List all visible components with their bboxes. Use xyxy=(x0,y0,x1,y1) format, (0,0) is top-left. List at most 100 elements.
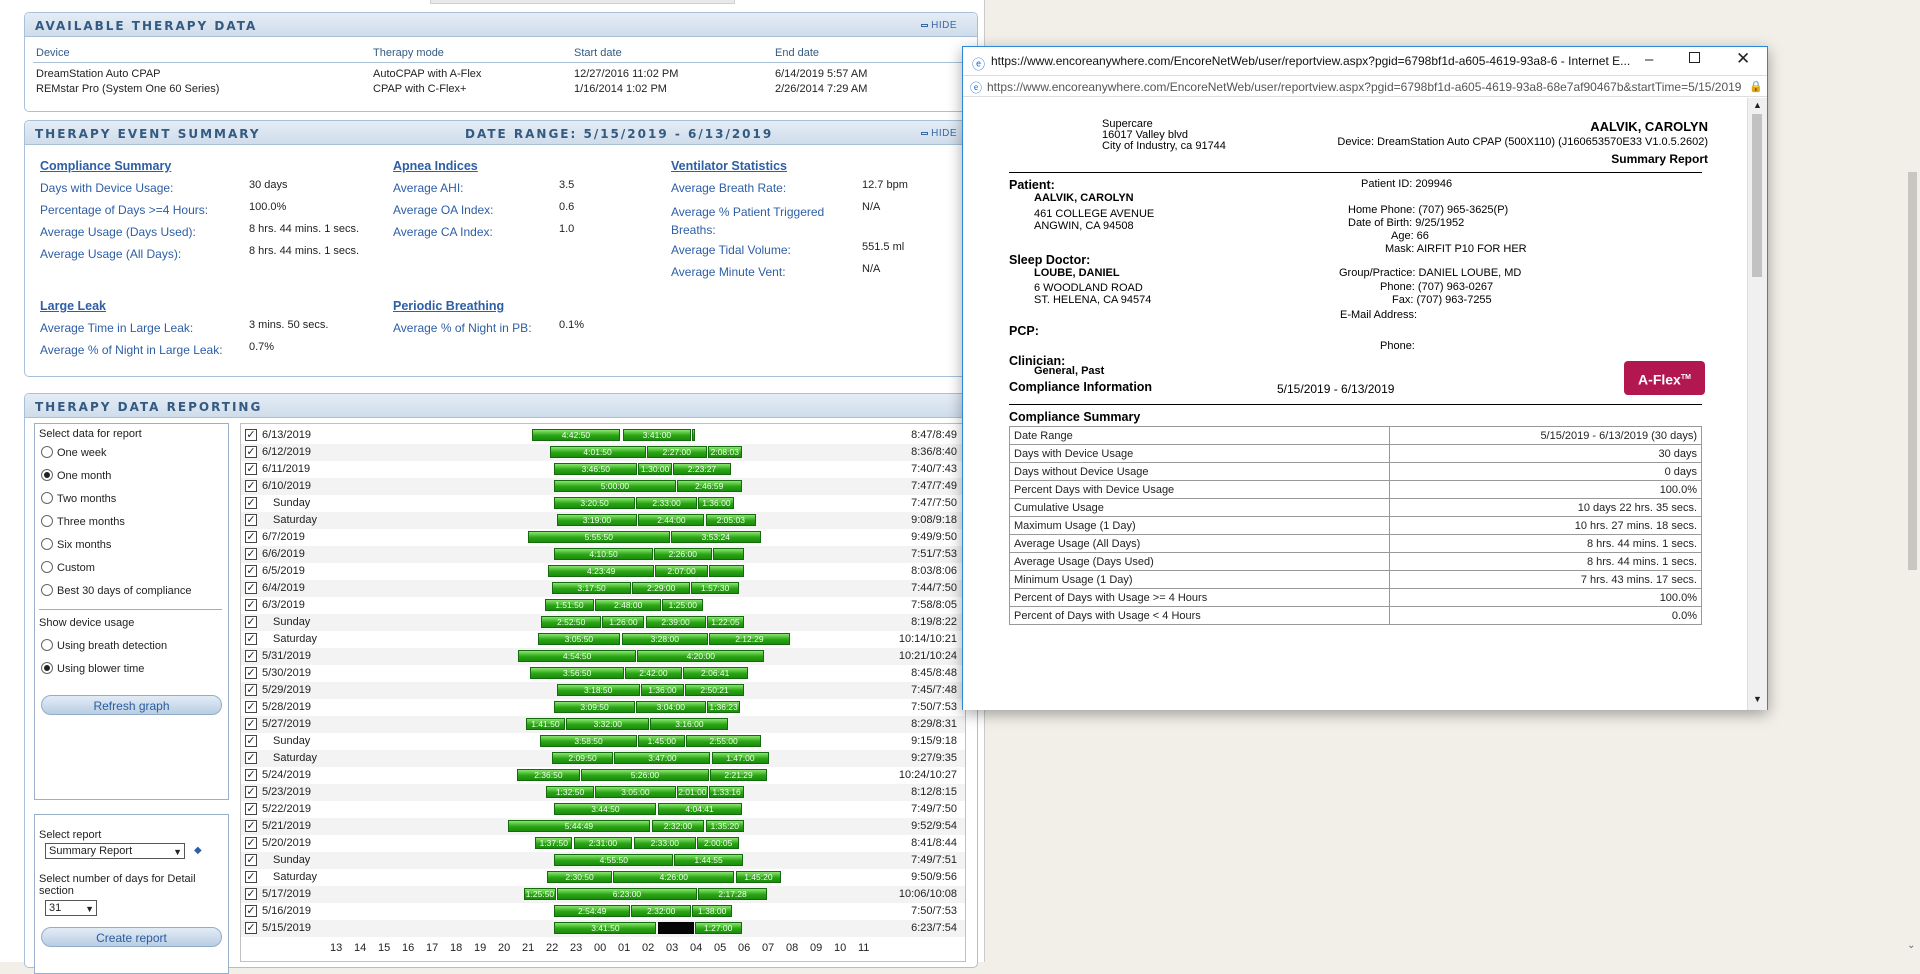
row-checkbox[interactable]: ✓ xyxy=(245,633,257,645)
usage-bar[interactable]: 2:32:00 xyxy=(631,905,692,917)
scrollbar[interactable]: ▲ ▼ xyxy=(1747,98,1767,710)
radio-button[interactable] xyxy=(41,515,53,527)
usage-option[interactable]: Using blower time xyxy=(41,662,144,675)
usage-bar[interactable]: 1:45:20 xyxy=(735,871,782,883)
usage-bar[interactable]: 3:32:00 xyxy=(566,718,650,730)
usage-bar[interactable]: 2:07:00 xyxy=(655,565,708,577)
periodic-breathing-heading[interactable]: Periodic Breathing xyxy=(393,299,504,313)
usage-bar[interactable]: 1:36:00 xyxy=(640,684,684,696)
scroll-thumb[interactable] xyxy=(1908,172,1917,570)
range-option[interactable]: One week xyxy=(41,446,107,459)
refresh-graph-button[interactable]: Refresh graph xyxy=(41,695,222,715)
scroll-down-icon[interactable]: ▼ xyxy=(1753,694,1762,704)
row-checkbox[interactable]: ✓ xyxy=(245,667,257,679)
radio-button[interactable] xyxy=(41,492,53,504)
maximize-icon[interactable] xyxy=(1689,52,1700,63)
usage-bar[interactable]: 1:41:50 xyxy=(525,718,566,730)
close-icon[interactable]: ✕ xyxy=(1736,49,1750,69)
report-popup-window[interactable]: ⓔ https://www.encoreanywhere.com/EncoreN… xyxy=(962,46,1768,710)
usage-option[interactable]: Using breath detection xyxy=(41,639,167,652)
row-checkbox[interactable]: ✓ xyxy=(245,905,257,917)
usage-bar[interactable]: 1:37:50 xyxy=(535,837,573,849)
usage-bar[interactable]: 1:25:50 xyxy=(524,888,556,900)
row-checkbox[interactable]: ✓ xyxy=(245,752,257,764)
usage-bar[interactable]: 4:23:49 xyxy=(548,565,654,577)
usage-bar[interactable]: 2:01:00 xyxy=(676,786,708,798)
usage-bar[interactable]: 1:36:23 xyxy=(706,701,741,713)
usage-bar[interactable]: 2:21:29 xyxy=(710,769,767,781)
row-checkbox[interactable]: ✓ xyxy=(245,684,257,696)
usage-bar[interactable]: 2:08:03 xyxy=(708,446,742,458)
row-checkbox[interactable]: ✓ xyxy=(245,446,257,458)
usage-bar[interactable]: 3:09:50 xyxy=(554,701,635,713)
usage-bar[interactable]: 3:44:50 xyxy=(554,803,657,815)
usage-bar[interactable]: 2:12:29 xyxy=(709,633,790,645)
address-bar[interactable]: ⓔ https://www.encoreanywhere.com/EncoreN… xyxy=(963,75,1767,97)
usage-bar[interactable]: 3:20:50 xyxy=(554,497,635,509)
usage-bar[interactable]: 1:44:55 xyxy=(674,854,743,866)
radio-button[interactable] xyxy=(41,469,53,481)
radio-button[interactable] xyxy=(41,538,53,550)
usage-bar[interactable] xyxy=(657,922,694,934)
radio-button[interactable] xyxy=(41,584,53,596)
range-option[interactable]: Two months xyxy=(41,492,116,505)
row-checkbox[interactable]: ✓ xyxy=(245,599,257,611)
usage-bar[interactable]: 5:44:49 xyxy=(507,820,651,832)
usage-bar[interactable]: 3:47:00 xyxy=(614,752,711,764)
row-checkbox[interactable]: ✓ xyxy=(245,803,257,815)
row-checkbox[interactable]: ✓ xyxy=(245,480,257,492)
scroll-down-icon[interactable]: ⌄ xyxy=(1907,940,1915,951)
usage-bar[interactable]: 3:04:00 xyxy=(636,701,706,713)
usage-bar[interactable]: 3:58:50 xyxy=(540,735,638,747)
usage-bar[interactable]: 2:27:00 xyxy=(646,446,707,458)
usage-bar[interactable]: 2:33:00 xyxy=(633,837,696,849)
usage-bar[interactable]: 2:05:03 xyxy=(705,514,756,526)
radio-button[interactable] xyxy=(41,446,53,458)
usage-bar[interactable]: 2:31:00 xyxy=(573,837,633,849)
row-checkbox[interactable]: ✓ xyxy=(245,922,257,934)
usage-bar[interactable]: 4:55:50 xyxy=(554,854,674,866)
row-checkbox[interactable]: ✓ xyxy=(245,429,257,441)
address-url[interactable]: https://www.encoreanywhere.com/EncoreNet… xyxy=(987,80,1742,94)
range-option[interactable]: Best 30 days of compliance xyxy=(41,584,192,597)
usage-bar[interactable]: 2:55:00 xyxy=(686,735,761,747)
usage-bar[interactable]: 1:57:30 xyxy=(691,582,740,594)
usage-bar[interactable]: 3:05:00 xyxy=(595,786,676,798)
compliance-summary-heading[interactable]: Compliance Summary xyxy=(40,159,171,173)
usage-bar[interactable]: 2:30:50 xyxy=(547,871,612,883)
usage-bar[interactable]: 2:33:00 xyxy=(636,497,698,509)
row-checkbox[interactable]: ✓ xyxy=(245,735,257,747)
usage-bar[interactable]: 1:25:00 xyxy=(662,599,704,611)
usage-bar[interactable]: 1:36:00 xyxy=(698,497,735,509)
usage-bar[interactable]: 1:26:00 xyxy=(602,616,645,628)
range-option[interactable]: Custom xyxy=(41,561,95,574)
usage-bar[interactable]: 4:54:50 xyxy=(518,650,636,662)
row-checkbox[interactable]: ✓ xyxy=(245,497,257,509)
usage-bar[interactable]: 1:51:50 xyxy=(544,599,594,611)
range-option[interactable]: Three months xyxy=(41,515,125,528)
usage-bar[interactable]: 3:28:00 xyxy=(621,633,708,645)
row-checkbox[interactable]: ✓ xyxy=(245,531,257,543)
create-report-button[interactable]: Create report xyxy=(41,927,222,947)
usage-bar[interactable]: 2:52:50 xyxy=(541,616,602,628)
radio-button[interactable] xyxy=(41,639,53,651)
usage-bar[interactable]: 2:06:41 xyxy=(682,667,748,679)
usage-bar[interactable]: 3:19:00 xyxy=(556,514,638,526)
usage-bar[interactable]: 3:17:50 xyxy=(552,582,632,594)
scroll-up-icon[interactable]: ▲ xyxy=(1753,100,1762,110)
row-checkbox[interactable]: ✓ xyxy=(245,769,257,781)
usage-bar[interactable]: 4:20:00 xyxy=(637,650,765,662)
radio-button[interactable] xyxy=(41,561,53,573)
row-checkbox[interactable]: ✓ xyxy=(245,565,257,577)
usage-bar[interactable]: 3:18:50 xyxy=(556,684,640,696)
usage-bar[interactable]: 2:36:50 xyxy=(517,769,580,781)
usage-bar[interactable] xyxy=(712,548,744,560)
row-checkbox[interactable]: ✓ xyxy=(245,463,257,475)
row-checkbox[interactable]: ✓ xyxy=(245,888,257,900)
usage-bar[interactable]: 1:45:00 xyxy=(638,735,686,747)
row-checkbox[interactable]: ✓ xyxy=(245,514,257,526)
page-scrollbar[interactable]: ⌄ xyxy=(1904,0,1920,962)
usage-bar[interactable]: 2:32:00 xyxy=(651,820,705,832)
usage-bar[interactable]: 2:50:21 xyxy=(685,684,744,696)
window-titlebar[interactable]: ⓔ https://www.encoreanywhere.com/EncoreN… xyxy=(963,47,1767,75)
